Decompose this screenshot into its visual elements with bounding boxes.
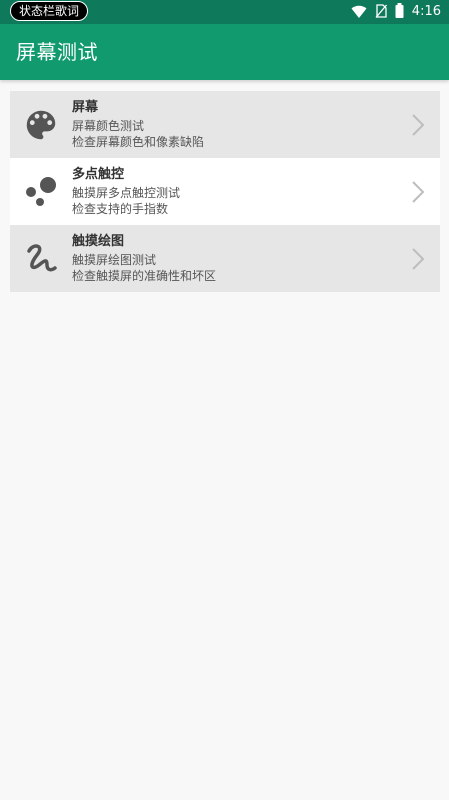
status-icons: 4:16	[351, 2, 441, 22]
page-title: 屏幕测试	[16, 40, 98, 64]
list-item-title: 触摸绘图	[72, 233, 125, 249]
status-time: 4:16	[411, 4, 441, 19]
list-item-screen[interactable]: 屏幕 屏幕颜色测试 检查屏幕颜色和像素缺陷	[10, 91, 440, 158]
no-sim-icon	[375, 3, 387, 22]
multitouch-dots-icon	[18, 169, 64, 215]
app-bar: 屏幕测试	[0, 24, 449, 80]
list-item-description: 检查触摸屏的准确性和坏区	[72, 268, 217, 283]
status-lyric-label: 状态栏歌词	[19, 4, 80, 18]
list-item-touch-draw[interactable]: 触摸绘图 触摸屏绘图测试 检查触摸屏的准确性和坏区	[10, 225, 440, 292]
battery-icon	[395, 2, 404, 22]
list-item-subtitle: 触摸屏绘图测试	[72, 252, 157, 267]
test-list: 屏幕 屏幕颜色测试 检查屏幕颜色和像素缺陷 多点触控 触摸屏多点触控测试 检查支…	[10, 91, 440, 292]
chevron-right-icon	[408, 247, 428, 271]
status-lyric-pill[interactable]: 状态栏歌词	[10, 1, 89, 21]
list-item-subtitle: 触摸屏多点触控测试	[72, 185, 181, 200]
list-item-texts: 屏幕 屏幕颜色测试 检查屏幕颜色和像素缺陷	[72, 100, 204, 150]
list-item-subtitle: 屏幕颜色测试	[72, 118, 145, 133]
chevron-right-icon	[408, 180, 428, 204]
list-item-title: 多点触控	[72, 166, 125, 182]
squiggle-draw-icon	[18, 236, 64, 282]
chevron-right-icon	[408, 113, 428, 137]
wifi-icon	[351, 3, 367, 22]
list-item-texts: 多点触控 触摸屏多点触控测试 检查支持的手指数	[72, 167, 180, 217]
status-bar: 状态栏歌词 4:16	[0, 0, 449, 24]
list-item-description: 检查屏幕颜色和像素缺陷	[72, 134, 205, 149]
palette-icon	[18, 102, 64, 148]
list-item-description: 检查支持的手指数	[72, 201, 169, 216]
list-item-multitouch[interactable]: 多点触控 触摸屏多点触控测试 检查支持的手指数	[10, 158, 440, 225]
list-item-title: 屏幕	[72, 99, 99, 115]
list-item-texts: 触摸绘图 触摸屏绘图测试 检查触摸屏的准确性和坏区	[72, 234, 216, 284]
